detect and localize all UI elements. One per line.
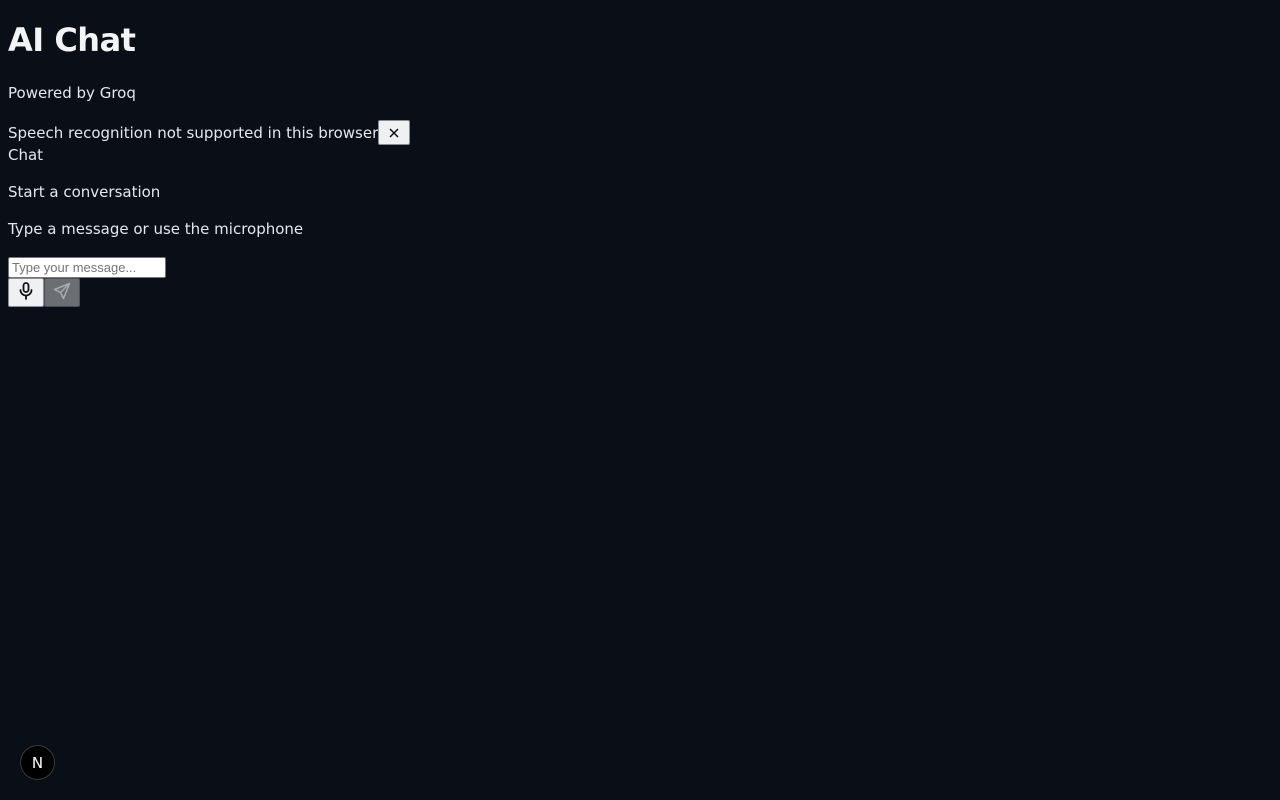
- chat-section-label: Chat: [8, 146, 44, 164]
- composer-actions: [8, 278, 80, 307]
- devtools-badge-letter: N: [31, 753, 44, 772]
- microphone-button[interactable]: [8, 278, 44, 307]
- send-button[interactable]: [44, 278, 80, 307]
- message-input[interactable]: [8, 257, 166, 278]
- empty-state-subtitle: Type a message or use the microphone: [8, 220, 304, 238]
- page-title: AI Chat: [8, 21, 136, 59]
- close-alert-button[interactable]: [378, 120, 411, 145]
- send-icon: [53, 282, 71, 303]
- chat-page: AI Chat Powered by Groq Speech recogniti…: [0, 0, 1280, 800]
- speech-alert-message: Speech recognition not supported in this…: [8, 124, 379, 142]
- speech-alert: Speech recognition not supported in this…: [8, 120, 411, 146]
- empty-state-title: Start a conversation: [8, 183, 161, 201]
- microphone-icon: [18, 282, 34, 303]
- page-subtitle: Powered by Groq: [8, 84, 136, 102]
- close-icon: [389, 127, 399, 138]
- devtools-badge[interactable]: N: [20, 745, 55, 780]
